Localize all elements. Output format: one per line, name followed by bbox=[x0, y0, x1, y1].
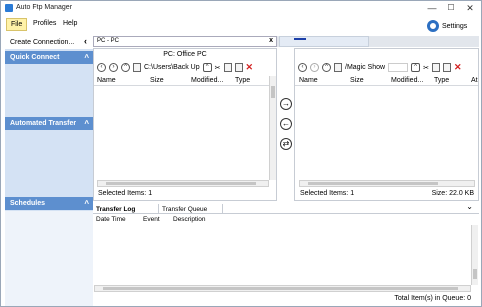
log-col-event[interactable]: Event bbox=[143, 216, 160, 223]
right-col-modified[interactable]: Modified... bbox=[391, 77, 423, 84]
log-horizontal-scrollbar[interactable] bbox=[94, 285, 471, 292]
close-tab-icon[interactable]: x bbox=[269, 37, 273, 44]
log-vertical-scrollbar[interactable] bbox=[471, 225, 478, 285]
chevron-up-icon: ^ bbox=[84, 53, 89, 62]
right-hscroll-thumb[interactable] bbox=[308, 182, 438, 185]
tab-transfer-log[interactable]: Transfer Log bbox=[93, 204, 159, 214]
left-pane-title: PC: Office PC bbox=[163, 51, 207, 58]
cut-icon[interactable]: ✂ bbox=[423, 64, 429, 72]
right-pane: ‹ › ^ /Magic Show ^ ✂ ✕ Name Size Modifi… bbox=[294, 48, 479, 201]
left-col-name[interactable]: Name bbox=[97, 77, 116, 84]
sidebar: Create Connection... ‹ Quick Connect ^ A… bbox=[5, 36, 93, 306]
go-up-icon[interactable]: ^ bbox=[411, 63, 421, 72]
schedules-panel bbox=[5, 211, 93, 306]
download-arrow-button[interactable]: ← bbox=[280, 118, 292, 130]
upload-arrow-button[interactable]: → bbox=[280, 98, 292, 110]
log-col-description[interactable]: Description bbox=[173, 216, 206, 223]
copy-icon[interactable] bbox=[431, 63, 440, 72]
chevron-up-icon: ^ bbox=[84, 199, 89, 208]
delete-icon[interactable]: ✕ bbox=[246, 62, 254, 73]
section-automated-transfer-label: Automated Transfer bbox=[10, 120, 77, 127]
menu-bar: File Profiles Help bbox=[1, 17, 481, 33]
menu-help[interactable]: Help bbox=[59, 18, 81, 31]
back-icon[interactable]: ‹ bbox=[298, 63, 307, 72]
section-schedules-label: Schedules bbox=[10, 200, 46, 207]
drive-icon[interactable] bbox=[133, 63, 141, 72]
delete-icon[interactable]: ✕ bbox=[454, 62, 462, 73]
window-title: Auto Ftp Manager bbox=[16, 4, 73, 11]
tab-secondary[interactable] bbox=[279, 36, 369, 47]
gear-icon bbox=[427, 20, 439, 32]
path-dropdown[interactable] bbox=[388, 63, 409, 72]
cut-icon[interactable]: ✂ bbox=[215, 64, 221, 72]
right-selected-count: Selected Items: 1 bbox=[300, 190, 355, 197]
log-column-header: Date Time Event Description bbox=[93, 215, 479, 224]
sync-button[interactable]: ⇄ bbox=[280, 138, 292, 150]
left-pane: PC: Office PC ‹ › ^ C:\Users\Back Up ^ ✂… bbox=[93, 48, 277, 201]
up-icon[interactable]: ^ bbox=[322, 63, 331, 72]
section-quick-connect[interactable]: Quick Connect ^ bbox=[5, 51, 93, 64]
log-vscroll-thumb[interactable] bbox=[473, 269, 477, 279]
left-selected-count: Selected Items: 1 bbox=[98, 190, 153, 197]
title-bar: Auto Ftp Manager — ☐ ✕ bbox=[1, 1, 481, 17]
minimize-button[interactable]: — bbox=[425, 3, 439, 14]
up-icon[interactable]: ^ bbox=[121, 63, 130, 72]
chevron-up-icon: ^ bbox=[84, 119, 89, 128]
left-col-modified[interactable]: Modified... bbox=[191, 77, 223, 84]
log-col-datetime[interactable]: Date Time bbox=[96, 216, 126, 223]
back-icon[interactable]: ‹ bbox=[97, 63, 106, 72]
log-hscroll-thumb[interactable] bbox=[103, 287, 458, 290]
right-path[interactable]: /Magic Show bbox=[345, 64, 385, 71]
paste-icon[interactable] bbox=[234, 63, 243, 72]
app-window: Auto Ftp Manager — ☐ ✕ File Profiles Hel… bbox=[0, 0, 482, 307]
settings-button[interactable]: Settings bbox=[427, 18, 467, 34]
left-hscroll-thumb[interactable] bbox=[106, 182, 256, 185]
tab-pc-pc[interactable]: PC - PC x bbox=[93, 36, 277, 47]
menu-file[interactable]: File bbox=[6, 18, 28, 31]
left-column-header: Name Size Modified... Type bbox=[94, 76, 269, 86]
section-automated-transfer[interactable]: Automated Transfer ^ bbox=[5, 117, 93, 130]
right-column-header: Name Size Modified... Type At bbox=[295, 76, 478, 86]
go-up-icon[interactable]: ^ bbox=[202, 63, 212, 72]
app-icon bbox=[5, 4, 13, 12]
right-col-name[interactable]: Name bbox=[299, 77, 318, 84]
status-bar: Total Item(s) in Queue: 0 bbox=[93, 294, 479, 306]
section-schedules[interactable]: Schedules ^ bbox=[5, 197, 93, 210]
create-connection-link[interactable]: Create Connection... ‹ bbox=[5, 36, 93, 49]
tab-indicator bbox=[294, 38, 306, 40]
left-vertical-scrollbar[interactable] bbox=[269, 76, 276, 180]
maximize-button[interactable]: ☐ bbox=[444, 3, 458, 14]
collapse-log-icon[interactable]: ⌄ bbox=[466, 202, 473, 211]
right-toolbar: ‹ › ^ /Magic Show ^ ✂ ✕ bbox=[295, 61, 478, 74]
copy-icon[interactable] bbox=[223, 63, 232, 72]
queue-count: Total Item(s) in Queue: 0 bbox=[394, 295, 471, 302]
left-vscroll-thumb[interactable] bbox=[271, 86, 275, 98]
paste-icon[interactable] bbox=[442, 63, 451, 72]
right-horizontal-scrollbar[interactable] bbox=[299, 180, 475, 187]
tab-pc-pc-label: PC - PC bbox=[97, 38, 120, 44]
section-quick-connect-label: Quick Connect bbox=[10, 54, 60, 61]
close-button[interactable]: ✕ bbox=[463, 3, 477, 14]
left-col-size[interactable]: Size bbox=[150, 77, 164, 84]
log-tab-strip: Transfer Log Transfer Queue ⌄ bbox=[93, 202, 479, 214]
create-connection-label: Create Connection... bbox=[10, 39, 75, 46]
tab-transfer-queue[interactable]: Transfer Queue bbox=[159, 204, 223, 214]
left-path[interactable]: C:\Users\Back Up bbox=[144, 64, 200, 71]
left-toolbar: ‹ › ^ C:\Users\Back Up ^ ✂ ✕ bbox=[94, 61, 276, 74]
forward-icon[interactable]: › bbox=[109, 63, 118, 72]
left-col-type[interactable]: Type bbox=[235, 77, 250, 84]
collapse-sidebar-icon[interactable]: ‹ bbox=[84, 36, 87, 46]
right-col-size[interactable]: Size bbox=[350, 77, 364, 84]
settings-label: Settings bbox=[442, 22, 468, 30]
forward-icon[interactable]: › bbox=[310, 63, 319, 72]
left-horizontal-scrollbar[interactable] bbox=[97, 180, 269, 187]
server-icon[interactable] bbox=[334, 63, 342, 72]
right-col-type[interactable]: Type bbox=[434, 77, 449, 84]
menu-profiles[interactable]: Profiles bbox=[29, 18, 60, 31]
right-size: Size: 22.0 KB bbox=[431, 190, 474, 197]
right-col-attr[interactable]: At bbox=[471, 77, 478, 84]
